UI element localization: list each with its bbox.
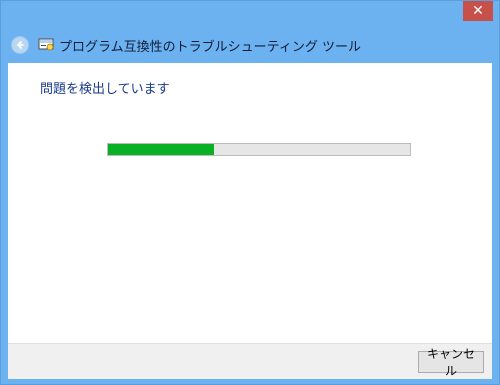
footer-bar: キャンセル xyxy=(8,343,492,379)
title-bar[interactable]: ✕ xyxy=(1,1,499,31)
troubleshooter-icon xyxy=(38,38,54,51)
progress-bar xyxy=(107,143,411,156)
close-icon: ✕ xyxy=(472,3,484,19)
close-button[interactable]: ✕ xyxy=(463,1,493,21)
back-arrow-icon xyxy=(16,40,24,50)
cancel-button[interactable]: キャンセル xyxy=(418,347,484,378)
content-area: 問題を検出しています xyxy=(8,63,492,343)
back-button[interactable] xyxy=(11,36,29,54)
navigation-row: プログラム互換性のトラブルシューティング ツール xyxy=(1,31,499,63)
status-heading: 問題を検出しています xyxy=(40,82,170,97)
window-title: プログラム互換性のトラブルシューティング ツール xyxy=(59,40,361,55)
progress-bar-fill xyxy=(108,144,214,155)
troubleshooter-window: ✕ プログラム互換性のトラブルシューティング ツール 問題を検出しています キャ… xyxy=(0,0,500,385)
